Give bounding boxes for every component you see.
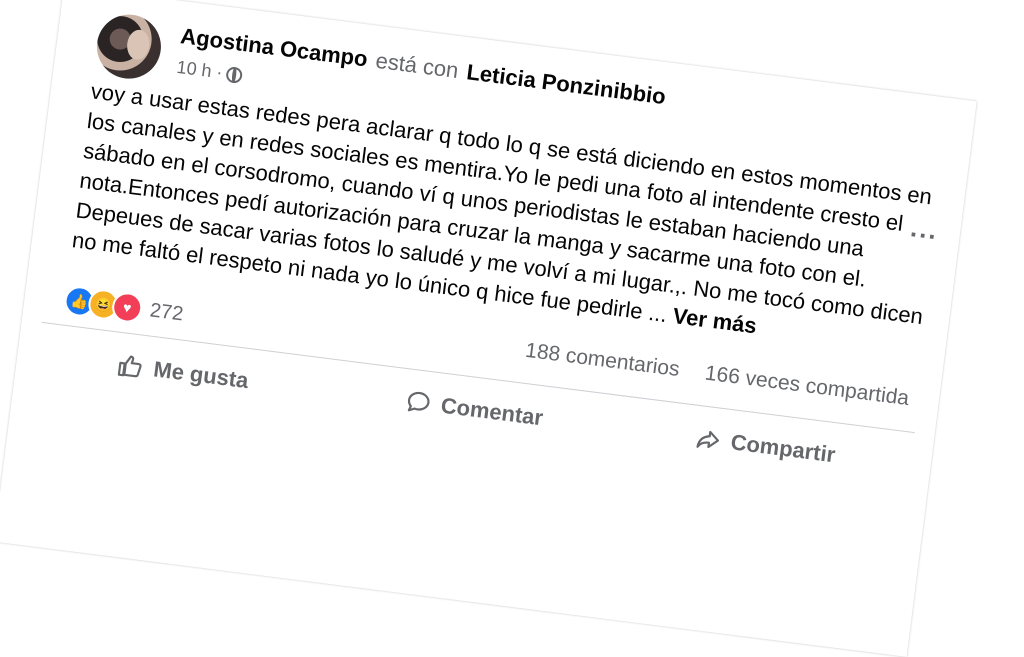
action-bar: Me gusta Comentar Compartir — [34, 330, 913, 490]
like-button[interactable]: Me gusta — [34, 330, 331, 416]
post-card: Agostina Ocampo está con Leticia Ponzini… — [0, 0, 977, 657]
tagged-person[interactable]: Leticia Ponzinibbio — [465, 59, 667, 109]
post-text: voy a usar estas redes pera aclarar q to… — [70, 76, 946, 362]
shares-count[interactable]: 166 veces compartida — [704, 361, 911, 410]
comments-count[interactable]: 188 comentarios — [524, 339, 681, 381]
share-button[interactable]: Compartir — [616, 403, 913, 489]
comment-button[interactable]: Comentar — [325, 367, 622, 453]
post-body: voy a usar estas redes pera aclarar q to… — [70, 78, 934, 330]
reaction-count: 272 — [148, 298, 185, 325]
thumbs-up-icon — [117, 355, 142, 378]
share-arrow-icon — [696, 430, 719, 449]
share-label: Compartir — [729, 429, 837, 468]
author-avatar[interactable] — [93, 10, 165, 83]
like-label: Me gusta — [152, 356, 250, 394]
with-text: está con — [374, 47, 460, 83]
globe-icon — [225, 65, 244, 84]
post-time[interactable]: 10 h · — [175, 57, 224, 84]
see-more-link[interactable]: Ver más — [671, 303, 758, 338]
reactions-summary[interactable]: 👍 😆 ♥ 272 — [62, 284, 185, 330]
post-meta: 10 h · — [175, 57, 244, 86]
comment-icon — [407, 391, 430, 412]
comment-label: Comentar — [439, 392, 545, 431]
